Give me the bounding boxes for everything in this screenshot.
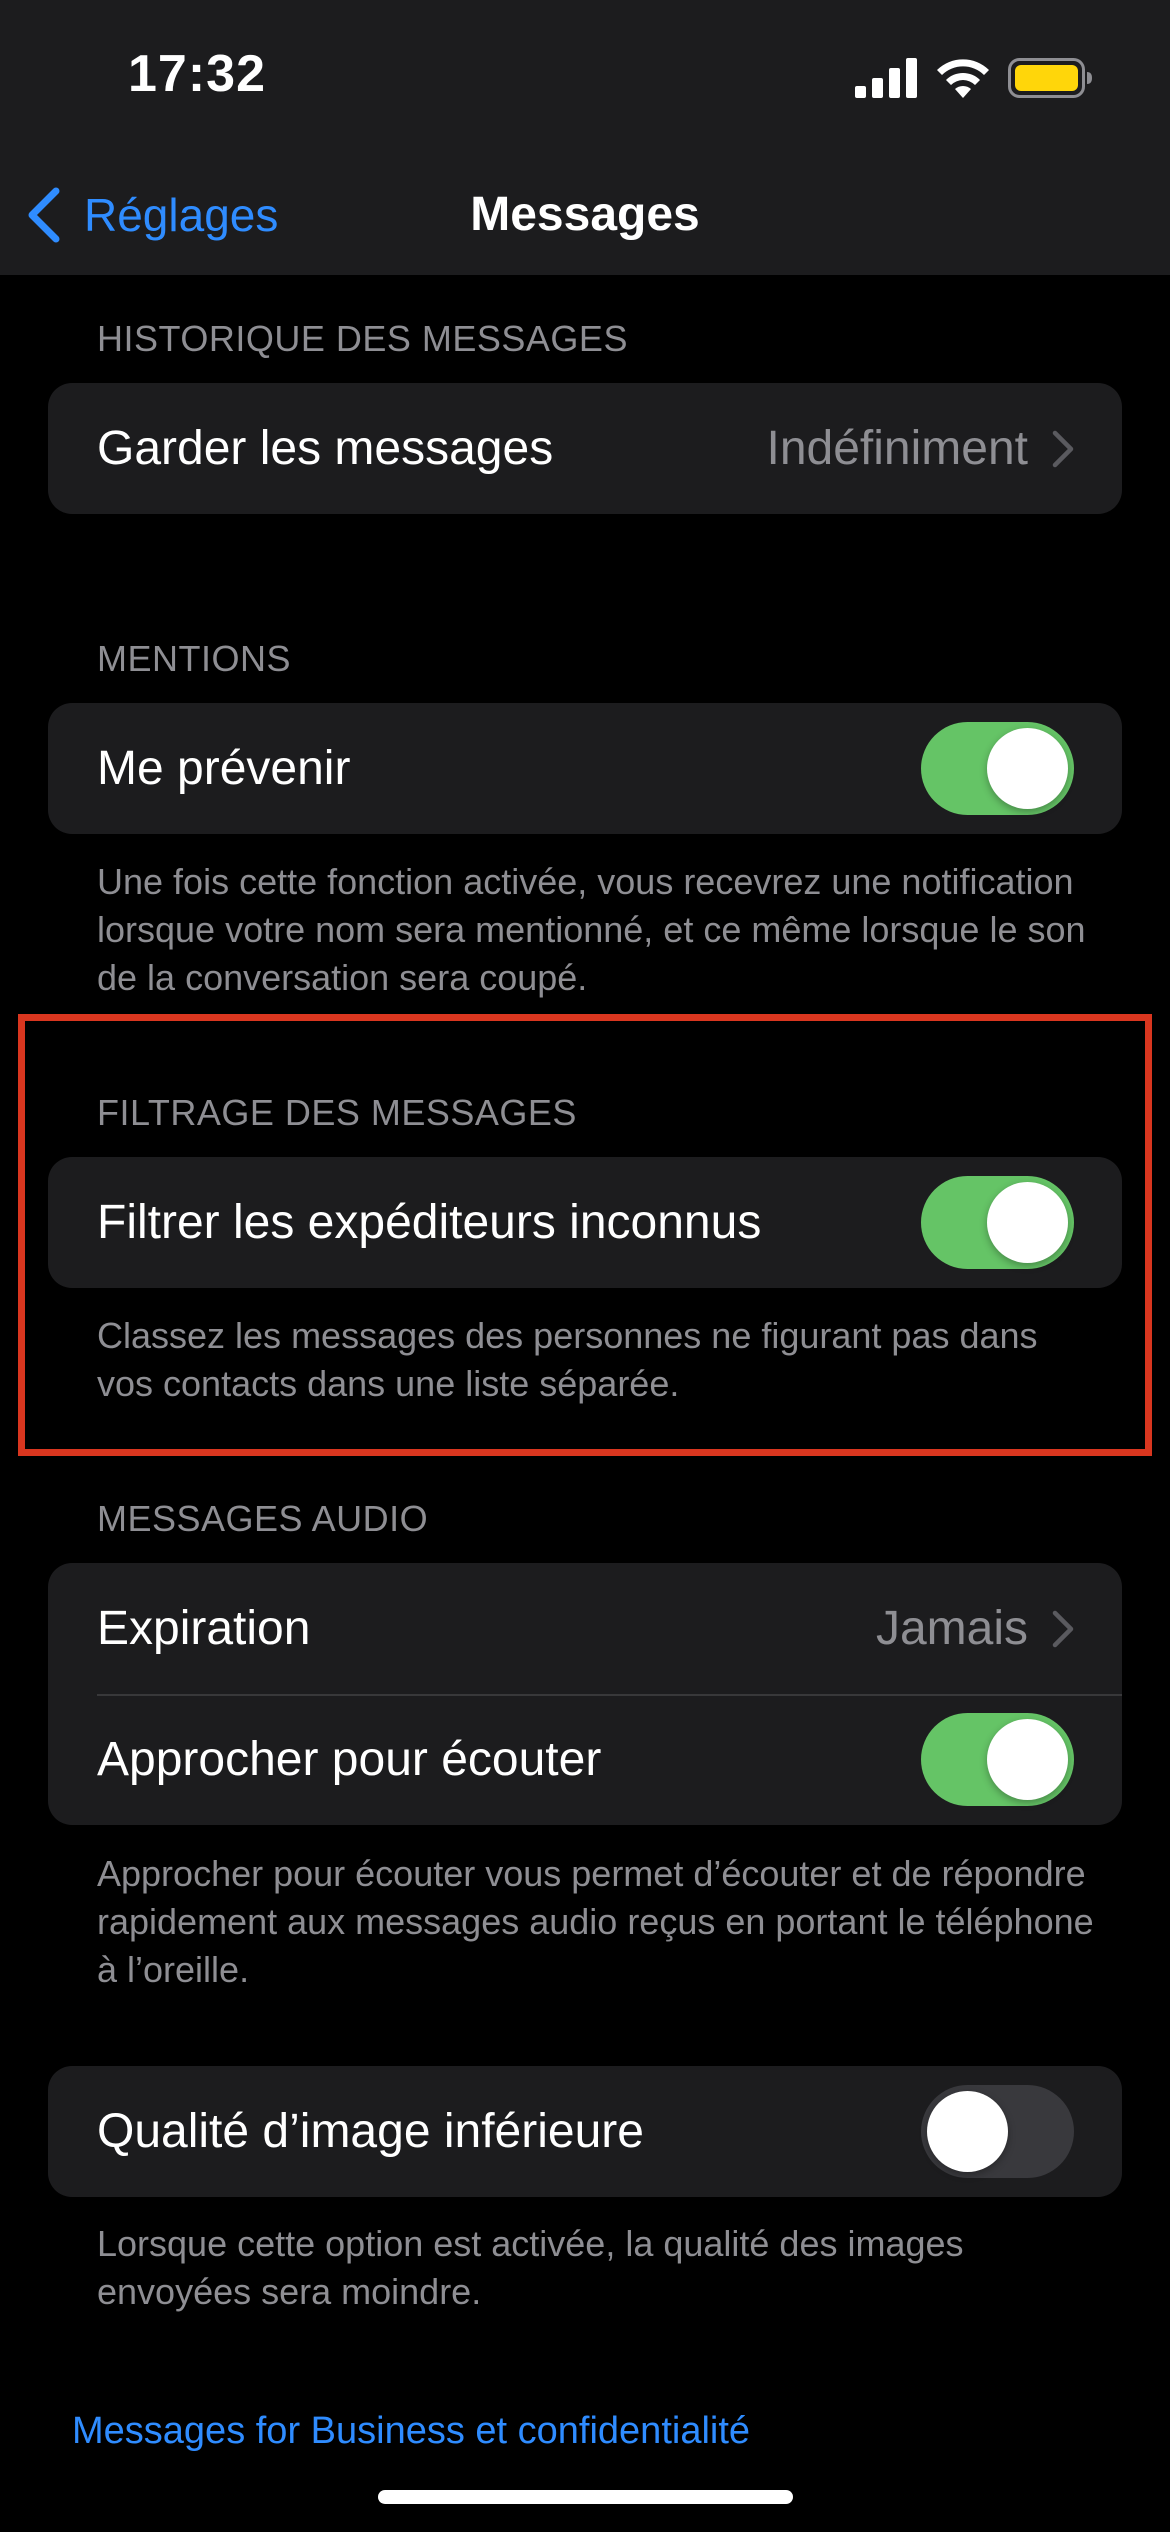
audio-group: Expiration Jamais Approcher pour écouter (48, 1563, 1122, 1825)
notify-me-label: Me prévenir (97, 742, 351, 795)
raise-to-listen-row: Approcher pour écouter (48, 1694, 1122, 1825)
status-bar: 17:32 (0, 0, 1170, 155)
notify-me-row: Me prévenir (48, 703, 1122, 834)
filtering-group: Filtrer les expéditeurs inconnus (48, 1157, 1122, 1288)
low-quality-row: Qualité d’image inférieure (48, 2066, 1122, 2197)
cellular-signal-icon (855, 58, 917, 98)
image-quality-footer: Lorsque cette option est activée, la qua… (97, 2223, 964, 2312)
image-quality-group: Qualité d’image inférieure (48, 2066, 1122, 2197)
filtering-footer: Classez les messages des personnes ne fi… (97, 1315, 1038, 1404)
section-header-audio: MESSAGES AUDIO (97, 1498, 429, 1539)
chevron-right-icon (1052, 1610, 1074, 1647)
business-privacy-link[interactable]: Messages for Business et confidentialité (72, 2410, 750, 2453)
status-time: 17:32 (128, 45, 266, 103)
low-quality-toggle[interactable] (921, 2085, 1074, 2178)
page-title: Messages (470, 188, 700, 241)
mentions-footer: Une fois cette fonction activée, vous re… (97, 861, 1086, 998)
keep-messages-value: Indéfiniment (766, 422, 1029, 475)
battery-icon (1008, 58, 1092, 98)
raise-to-listen-toggle[interactable] (921, 1713, 1074, 1806)
section-header-mentions: MENTIONS (97, 638, 292, 679)
filter-unknown-row: Filtrer les expéditeurs inconnus (48, 1157, 1122, 1288)
low-quality-label: Qualité d’image inférieure (97, 2105, 644, 2158)
raise-to-listen-label: Approcher pour écouter (97, 1733, 602, 1786)
section-header-history: HISTORIQUE DES MESSAGES (97, 318, 628, 359)
keep-messages-row[interactable]: Garder les messages Indéfiniment (48, 383, 1122, 514)
keep-messages-label: Garder les messages (97, 422, 554, 475)
expiration-value: Jamais (875, 1602, 1028, 1655)
section-header-filtering: FILTRAGE DES MESSAGES (97, 1092, 577, 1133)
expiration-row[interactable]: Expiration Jamais (48, 1563, 1122, 1694)
audio-footer: Approcher pour écouter vous permet d’éco… (97, 1853, 1094, 1990)
expiration-label: Expiration (97, 1602, 311, 1655)
notify-me-toggle[interactable] (921, 722, 1074, 815)
wifi-icon (937, 59, 989, 98)
history-group: Garder les messages Indéfiniment (48, 383, 1122, 514)
filter-unknown-label: Filtrer les expéditeurs inconnus (97, 1196, 762, 1249)
home-indicator (378, 2490, 793, 2504)
mentions-group: Me prévenir (48, 703, 1122, 834)
navigation-bar: Réglages Messages (0, 155, 1170, 275)
chevron-right-icon (1052, 430, 1074, 467)
filter-unknown-toggle[interactable] (921, 1176, 1074, 1269)
